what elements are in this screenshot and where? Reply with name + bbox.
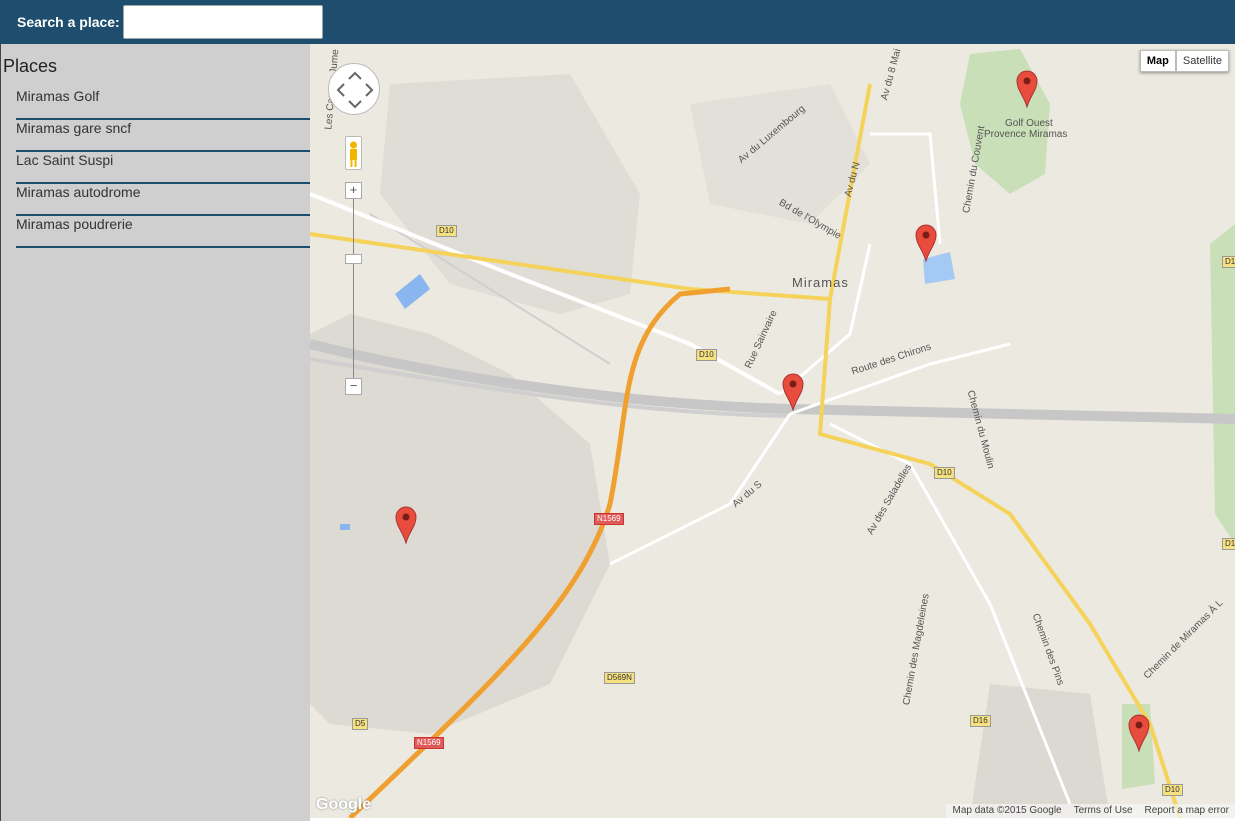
town-label-miramas: Miramas (792, 275, 849, 290)
top-bar: Search a place: (0, 0, 1235, 44)
search-label: Search a place: (17, 14, 120, 30)
road-badge-d5: D5 (352, 718, 369, 730)
road-badge-n1569: N1569 (414, 737, 444, 749)
road-badge-d16: D16 (970, 715, 991, 727)
map-canvas[interactable]: Miramas Golf Ouest Provence Miramas Rout… (310, 44, 1235, 818)
street-view-pegman-icon[interactable] (345, 136, 362, 170)
place-item-label: Miramas gare sncf (16, 120, 132, 136)
place-item-miramas-poudrerie[interactable]: Miramas poudrerie (16, 216, 311, 248)
place-item-label: Miramas poudrerie (16, 216, 133, 232)
terms-of-use-link[interactable]: Terms of Use (1068, 804, 1139, 818)
pan-control[interactable] (328, 63, 380, 115)
golf-label-line1: Golf Ouest (1005, 118, 1053, 129)
place-item-label: Miramas autodrome (16, 184, 141, 200)
map-marker-icon[interactable] (1016, 70, 1038, 108)
map-data-attribution: Map data ©2015 Google (952, 805, 1062, 816)
places-list: Miramas Golf Miramas gare sncf Lac Saint… (16, 88, 311, 248)
map-base-layer (310, 49, 1235, 818)
zoom-in-button[interactable]: + (345, 182, 362, 199)
golf-label-line2: Provence Miramas (984, 129, 1068, 140)
pan-arrows-icon (336, 71, 374, 109)
places-sidebar: Places Miramas Golf Miramas gare sncf La… (0, 44, 311, 821)
place-item-label: Miramas Golf (16, 88, 100, 104)
map-marker-icon[interactable] (1128, 714, 1150, 752)
place-item-miramas-autodrome[interactable]: Miramas autodrome (16, 184, 311, 216)
map-marker-icon[interactable] (915, 224, 937, 262)
map-marker-icon[interactable] (395, 506, 417, 544)
report-map-error-link[interactable]: Report a map error (1139, 804, 1235, 818)
place-item-miramas-gare-sncf[interactable]: Miramas gare sncf (16, 120, 311, 152)
place-item-lac-saint-suspi[interactable]: Lac Saint Suspi (16, 152, 311, 184)
road-badge-d1: D1 (1222, 538, 1235, 550)
road-badge-n1569: N1569 (594, 513, 624, 525)
search-input[interactable] (123, 5, 323, 39)
zoom-slider-track[interactable] (353, 198, 354, 388)
place-item-miramas-golf[interactable]: Miramas Golf (16, 88, 311, 120)
places-title: Places (3, 56, 58, 76)
road-badge-d569n: D569N (604, 672, 635, 684)
place-item-label: Lac Saint Suspi (16, 152, 114, 168)
zoom-out-button[interactable]: − (345, 378, 362, 395)
road-badge-d10: D10 (696, 349, 717, 361)
road-badge-d10: D10 (934, 467, 955, 479)
map-type-satellite-button[interactable]: Satellite (1175, 50, 1229, 72)
map-marker-icon[interactable] (782, 373, 804, 411)
road-badge-d10: D10 (1162, 784, 1183, 796)
google-logo[interactable]: Google (316, 796, 371, 814)
zoom-slider-handle[interactable] (345, 254, 362, 264)
road-badge-d10: D10 (436, 225, 457, 237)
map-type-map-button[interactable]: Map (1139, 50, 1176, 72)
map-type-control: Map Satellite (1139, 50, 1229, 72)
road-badge-d1: D1 (1222, 256, 1235, 268)
map-attribution-bar: Map data ©2015 Google Terms of Use Repor… (946, 804, 1235, 818)
